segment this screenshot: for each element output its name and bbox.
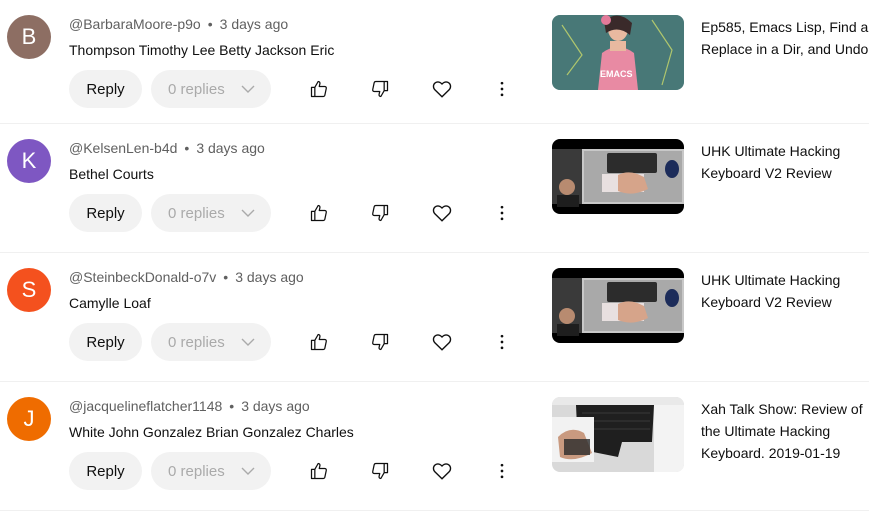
video-title-line: Replace in a Dir, and Undo [701, 41, 869, 57]
separator-dot: • [229, 398, 235, 414]
video-title-line: Xah Talk Show: Review of [701, 401, 863, 417]
comment-text: White John Gonzalez Brian Gonzalez Charl… [69, 424, 354, 440]
reply-button[interactable]: Reply [69, 323, 142, 361]
replies-dropdown[interactable]: 0 replies [151, 70, 271, 108]
replies-count: 0 replies [168, 204, 225, 222]
heart-icon[interactable] [430, 77, 454, 101]
author-handle[interactable]: @KelsenLen-b4d [69, 140, 177, 156]
chevron-down-icon [241, 467, 255, 475]
video-title-line: Ep585, Emacs Lisp, Find an [701, 19, 869, 35]
thumb-up-icon[interactable] [307, 330, 331, 354]
comment-time: 3 days ago [241, 398, 310, 414]
comment-row: B @BarbaraMoore-p9o • 3 days ago Thompson … [0, 0, 869, 124]
reply-button[interactable]: Reply [69, 194, 142, 232]
author-handle[interactable]: @jacquelineflatcher1148 [69, 398, 222, 414]
chevron-down-icon [241, 85, 255, 93]
thumb-down-icon[interactable] [368, 77, 392, 101]
thumb-down-icon[interactable] [368, 201, 392, 225]
comment-actions: Reply 0 replies [69, 70, 529, 110]
heart-icon[interactable] [430, 201, 454, 225]
comment-time: 3 days ago [219, 16, 289, 32]
comment-text: Thompson Timothy Lee Betty Jackson Eric [69, 42, 335, 58]
more-vert-icon[interactable] [490, 201, 514, 225]
video-title[interactable]: Ep585, Emacs Lisp, Find an Replace in a … [701, 16, 869, 60]
comment-row: J @jacquelineflatcher1148 • 3 days ago Whi… [0, 382, 869, 511]
comment-row: K @KelsenLen-b4d • 3 days ago Bethel Court… [0, 124, 869, 253]
comment-text: Bethel Courts [69, 166, 154, 182]
video-thumbnail[interactable]: EMACS [552, 15, 684, 90]
comment-meta: @BarbaraMoore-p9o • 3 days ago [69, 16, 288, 32]
comment-actions: Reply 0 replies [69, 323, 529, 363]
comment-list: B @BarbaraMoore-p9o • 3 days ago Thompson … [0, 0, 869, 511]
reply-button[interactable]: Reply [69, 452, 142, 490]
comment-time: 3 days ago [196, 140, 265, 156]
comment-meta: @KelsenLen-b4d • 3 days ago [69, 140, 265, 156]
video-title-line: Keyboard V2 Review [701, 165, 832, 181]
avatar[interactable]: S [7, 268, 51, 312]
video-thumbnail[interactable] [552, 139, 684, 214]
avatar[interactable]: J [7, 397, 51, 441]
comment-text: Camylle Loaf [69, 295, 151, 311]
video-title-line: Keyboard. 2019-01-19 [701, 445, 841, 461]
thumb-down-icon[interactable] [368, 459, 392, 483]
comment-actions: Reply 0 replies [69, 194, 529, 234]
video-title-line: Keyboard V2 Review [701, 294, 832, 310]
replies-count: 0 replies [168, 80, 225, 98]
thumb-up-icon[interactable] [307, 77, 331, 101]
separator-dot: • [223, 269, 229, 285]
replies-dropdown[interactable]: 0 replies [151, 323, 271, 361]
comment-meta: @SteinbeckDonald-o7v • 3 days ago [69, 269, 304, 285]
comment-time: 3 days ago [235, 269, 304, 285]
video-thumbnail[interactable] [552, 268, 684, 343]
thumb-down-icon[interactable] [368, 330, 392, 354]
separator-dot: • [207, 16, 213, 32]
heart-icon[interactable] [430, 330, 454, 354]
replies-count: 0 replies [168, 462, 225, 480]
video-title-line: UHK Ultimate Hacking [701, 272, 841, 288]
comment-meta: @jacquelineflatcher1148 • 3 days ago [69, 398, 310, 414]
author-handle[interactable]: @BarbaraMoore-p9o [69, 16, 201, 32]
replies-dropdown[interactable]: 0 replies [151, 452, 271, 490]
avatar[interactable]: B [7, 15, 51, 59]
chevron-down-icon [241, 338, 255, 346]
video-thumbnail[interactable] [552, 397, 684, 472]
video-title[interactable]: UHK Ultimate Hacking Keyboard V2 Review [701, 140, 869, 184]
video-title[interactable]: UHK Ultimate Hacking Keyboard V2 Review [701, 269, 869, 313]
thumb-up-icon[interactable] [307, 459, 331, 483]
chevron-down-icon [241, 209, 255, 217]
replies-count: 0 replies [168, 333, 225, 351]
separator-dot: • [184, 140, 190, 156]
comment-actions: Reply 0 replies [69, 452, 529, 492]
thumb-up-icon[interactable] [307, 201, 331, 225]
more-vert-icon[interactable] [490, 77, 514, 101]
thumb-text: EMACS [600, 69, 633, 79]
video-title[interactable]: Xah Talk Show: Review of the Ultimate Ha… [701, 398, 869, 464]
more-vert-icon[interactable] [490, 330, 514, 354]
video-title-line: UHK Ultimate Hacking [701, 143, 841, 159]
heart-icon[interactable] [430, 459, 454, 483]
author-handle[interactable]: @SteinbeckDonald-o7v [69, 269, 216, 285]
video-title-line: the Ultimate Hacking [701, 423, 831, 439]
comment-row: S @SteinbeckDonald-o7v • 3 days ago Camyll… [0, 253, 869, 382]
reply-button[interactable]: Reply [69, 70, 142, 108]
replies-dropdown[interactable]: 0 replies [151, 194, 271, 232]
avatar[interactable]: K [7, 139, 51, 183]
more-vert-icon[interactable] [490, 459, 514, 483]
